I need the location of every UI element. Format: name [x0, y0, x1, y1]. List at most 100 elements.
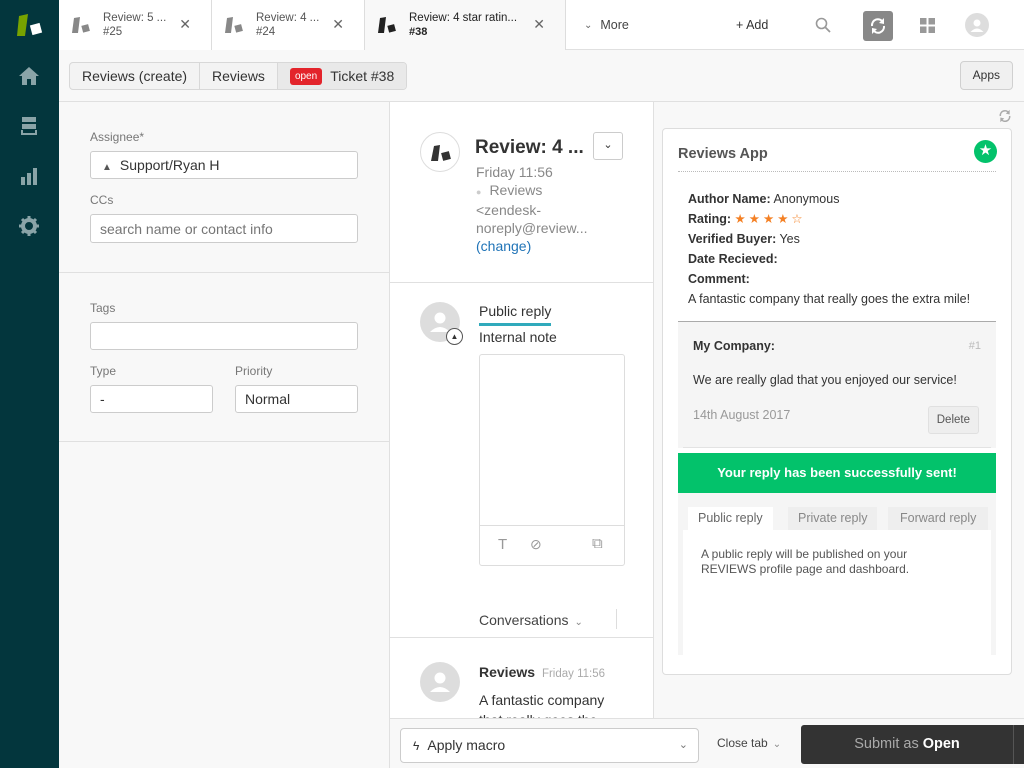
breadcrumb: Reviews (create) Reviews open Ticket #38 [69, 62, 408, 90]
ticket-options-dropdown[interactable]: ⌄ [593, 132, 623, 160]
divider [678, 171, 996, 172]
reply-hint[interactable]: A public reply will be published on your… [683, 530, 991, 655]
comment-text: A fantastic company [479, 692, 605, 708]
public-reply-tab[interactable]: Public reply [479, 303, 552, 326]
zendesk-logo[interactable] [16, 12, 44, 38]
assignee-label: Assignee* [90, 130, 145, 144]
more-label: More [600, 18, 629, 32]
close-tab-icon[interactable]: ✕ [179, 16, 191, 33]
apply-macro-label: Apply macro [427, 737, 506, 753]
reply-text: We are really glad that you enjoyed our … [693, 373, 957, 387]
submit-button[interactable]: Submit as Open [801, 725, 1013, 764]
text-format-icon[interactable]: T [498, 536, 507, 553]
close-tab-icon[interactable]: ✕ [533, 16, 545, 33]
comment-text: that really goes the [479, 710, 604, 718]
conversations-filter[interactable]: Conversations ⌄ [479, 612, 583, 628]
lightning-icon: ϟ [413, 739, 420, 753]
ticket-icon [72, 17, 90, 33]
comment-body: A fantastic company that really goes the [479, 690, 604, 718]
reply-body[interactable] [480, 355, 624, 525]
home-icon[interactable] [18, 65, 40, 87]
public-reply-app-tab[interactable]: Public reply [688, 507, 773, 530]
add-button[interactable]: + Add [736, 0, 768, 50]
requester-email-cont: noreply@review... [476, 220, 588, 236]
submit-options-dropdown[interactable]: ⌄ [1013, 725, 1024, 764]
divider [390, 282, 653, 283]
attachment-icon[interactable]: ⊘ [530, 536, 542, 553]
ticket-meta: Friday 11:56 ● Reviews <zendesk- noreply@… [476, 163, 587, 255]
forward-reply-app-tab[interactable]: Forward reply [888, 507, 989, 530]
reply-hint-text: A public reply will be published on your [701, 547, 908, 561]
date-label: Date Recieved: [688, 252, 778, 266]
breadcrumb-ticket[interactable]: open Ticket #38 [277, 63, 407, 89]
apps-button[interactable]: Apps [959, 61, 1013, 90]
apps-puzzle-icon[interactable]: ⧉ [592, 535, 603, 552]
conversation-panel: Review: 4 ... ⌄ Friday 11:56 ● Reviews <z… [390, 102, 654, 718]
author-label: Author Name: [688, 192, 771, 206]
private-reply-app-tab[interactable]: Private reply [788, 507, 878, 530]
more-tabs-button[interactable]: ⌄ More [584, 0, 629, 50]
divider [59, 272, 389, 273]
top-bar: Review: 5 ... #25 ✕ Review: 4 ... #24 ✕ Re… [59, 0, 1024, 51]
priority-select[interactable]: Normal [235, 385, 358, 413]
change-requester-link[interactable]: (change) [476, 237, 587, 255]
close-tab-icon[interactable]: ✕ [332, 16, 344, 33]
type-label: Type [90, 364, 117, 378]
delete-reply-button[interactable]: Delete [927, 406, 979, 434]
requester-avatar [420, 662, 460, 702]
star-empty-icon: ☆ [791, 212, 806, 226]
star-filled-icon: ★ [748, 212, 763, 226]
tab-number: #25 [103, 26, 123, 38]
search-icon[interactable] [815, 0, 831, 50]
requester-name: Reviews [489, 182, 543, 198]
success-message: Your reply has been successfully sent! [678, 453, 996, 493]
type-select[interactable]: - [90, 385, 213, 413]
bottom-bar: ϟ Apply macro ⌄ Close tab ⌄ Submit as Open… [390, 718, 1024, 768]
refresh-apps-icon[interactable] [998, 109, 1012, 123]
tags-label: Tags [90, 301, 116, 315]
tab-title: Review: 5 ... [103, 12, 167, 24]
ticket-icon [225, 17, 243, 33]
tab-ticket-38[interactable]: Review: 4 star ratin... #38 ✕ [365, 0, 566, 51]
verified-label: Verified Buyer: [688, 232, 777, 246]
ticket-properties-panel: Assignee* ▲Support/Ryan H CCs Tags Type … [59, 102, 390, 768]
ticket-avatar [420, 132, 460, 172]
star-filled-icon: ★ [762, 212, 778, 226]
company-label: My Company: [693, 339, 775, 353]
reply-editor[interactable]: T ⊘ ⧉ [479, 354, 625, 566]
breadcrumb-reviews[interactable]: Reviews [200, 63, 278, 89]
tags-input[interactable] [90, 322, 358, 350]
tab-title: Review: 4 ... [256, 12, 320, 24]
breadcrumb-reviews-create[interactable]: Reviews (create) [70, 63, 201, 89]
star-logo-icon: ★ [974, 140, 997, 163]
tab-number: #38 [409, 26, 428, 38]
ticket-time: Friday 11:56 [476, 164, 553, 180]
divider [59, 441, 389, 442]
star-filled-icon: ★ [734, 212, 749, 226]
close-tab-label: Close tab [717, 736, 768, 750]
chevron-down-icon: ⌄ [584, 19, 593, 31]
divider [390, 637, 653, 638]
ticket-label: Ticket #38 [330, 68, 395, 84]
tab-ticket-24[interactable]: Review: 4 ... #24 ✕ [212, 0, 365, 50]
product-tray-icon[interactable] [920, 0, 935, 50]
reply-date: 14th August 2017 [693, 408, 791, 422]
assignee-field[interactable]: ▲ Support/Ryan H [90, 151, 358, 179]
close-tab-select[interactable]: Close tab ⌄ [717, 736, 781, 750]
star-filled-icon: ★ [777, 212, 792, 226]
user-avatar[interactable] [965, 13, 989, 37]
user-icon: ▲ [102, 162, 112, 173]
ccs-input[interactable] [90, 214, 358, 243]
admin-gear-icon[interactable] [18, 215, 40, 237]
submit-status: Open [922, 736, 960, 752]
refresh-button[interactable] [863, 11, 893, 41]
comment-label: Comment: [688, 272, 750, 286]
apply-macro-select[interactable]: ϟ Apply macro ⌄ [400, 728, 699, 763]
views-icon[interactable] [18, 115, 40, 137]
internal-note-tab[interactable]: Internal note [479, 329, 557, 345]
tab-ticket-25[interactable]: Review: 5 ... #25 ✕ [59, 0, 212, 50]
comment-header: Reviews Friday 11:56 [479, 664, 605, 680]
status-badge: open [289, 67, 323, 85]
reporting-icon[interactable] [18, 165, 40, 187]
app-title: Reviews App [678, 146, 768, 162]
